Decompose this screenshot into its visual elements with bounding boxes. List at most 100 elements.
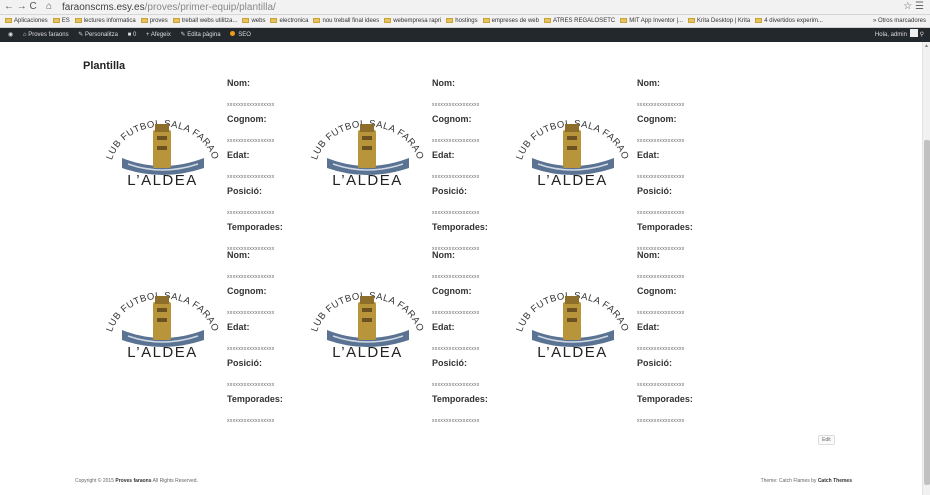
page-scrollbar[interactable]: ▲ (922, 42, 930, 495)
field-label-edat: Edat: (227, 322, 250, 332)
home-icon[interactable]: ⌂ (46, 1, 52, 12)
bookmark-item[interactable]: 4 divertidos experim... (755, 15, 823, 27)
admin-customize[interactable]: ✎ Personalitza (78, 28, 118, 42)
comments-count: 0 (132, 32, 137, 38)
field-value-cognom: xxxxxxxxxxxxxxxxx (637, 310, 685, 316)
copyright-prefix: Copyright © 2015 (75, 478, 114, 484)
folder-icon (242, 18, 250, 23)
admin-edit-page[interactable]: ✎ Edita pàgina (181, 28, 221, 42)
bookmark-item[interactable]: webempresa rapri (384, 15, 442, 27)
field-label-nom: Nom: (227, 78, 250, 88)
bookmark-label: webempresa rapri (393, 18, 442, 24)
field-label-temporades: Temporades: (637, 222, 693, 232)
bookmark-label: MIT App Inventor |... (629, 18, 684, 24)
field-value-cognom: xxxxxxxxxxxxxxxxx (432, 138, 480, 144)
back-forward-reload-icon[interactable]: ← → C (4, 1, 37, 12)
club-logo-icon: CLUB FUTBOL SALA FARAONL’ALDEA (96, 100, 220, 189)
bookmark-item[interactable]: ATRES REGALOSETC (543, 15, 615, 27)
footer-theme-credit: Theme: Catch Flames by Catch Themes (761, 478, 852, 484)
bookmark-item[interactable]: treball webs utilitza... (172, 15, 238, 27)
wp-admin-bar: ◉ ⌂ Proves faraons ✎ Personalitza ■ 0 + … (0, 28, 930, 42)
bookmark-item[interactable]: Krita Desktop | Krita (688, 15, 751, 27)
field-label-nom: Nom: (227, 250, 250, 260)
player-photo: CLUB FUTBOL SALA FARAONL’ALDEA (96, 272, 225, 361)
star-menu-icons[interactable]: ☆ ☰ (903, 1, 924, 12)
club-logo-icon: CLUB FUTBOL SALA FARAONL’ALDEA (506, 100, 630, 189)
player-photo: CLUB FUTBOL SALA FARAONL’ALDEA (301, 100, 430, 189)
admin-new[interactable]: + Afegeix (146, 28, 171, 42)
rights-text: All Rights Reserved. (152, 478, 198, 484)
bookmark-item[interactable]: nou treball final idees (313, 15, 380, 27)
field-value-posicio: xxxxxxxxxxxxxxxxx (432, 210, 480, 216)
url-host: faraonscms.esy.es (62, 2, 145, 13)
club-logo-icon: CLUB FUTBOL SALA FARAONL’ALDEA (301, 272, 425, 361)
bookmark-label: Krita Desktop | Krita (697, 18, 751, 24)
field-value-posicio: xxxxxxxxxxxxxxxxx (227, 382, 275, 388)
bookmark-label: treball webs utilitza... (181, 18, 238, 24)
page-title: Plantilla (83, 60, 126, 72)
player-photo: CLUB FUTBOL SALA FARAONL’ALDEA (506, 272, 635, 361)
field-value-posicio: xxxxxxxxxxxxxxxxx (432, 382, 480, 388)
admin-comments[interactable]: ■ 0 (128, 28, 137, 42)
bookmark-label: empreses de web (491, 18, 539, 24)
field-label-nom: Nom: (432, 78, 455, 88)
field-label-edat: Edat: (637, 150, 660, 160)
field-label-cognom: Cognom: (637, 286, 677, 296)
theme-link[interactable]: Catch Themes (818, 478, 852, 484)
scroll-up-icon[interactable]: ▲ (924, 43, 929, 49)
search-icon[interactable]: ⚲ (920, 32, 924, 38)
admin-seo[interactable]: SEO (230, 28, 251, 42)
bookmark-item[interactable]: hostings (446, 15, 478, 27)
player-card: CLUB FUTBOL SALA FARAONL’ALDEA Nom: xxxxxx… (506, 250, 710, 435)
field-value-temporades: xxxxxxxxxxxxxxxxx (637, 418, 685, 424)
bookmark-label: lectures informatica (83, 18, 136, 24)
field-label-nom: Nom: (637, 78, 660, 88)
avatar (909, 29, 918, 37)
field-label-cognom: Cognom: (637, 114, 677, 124)
bookmark-item[interactable]: webs (242, 15, 265, 27)
bookmark-item[interactable]: ES (52, 15, 70, 27)
bookmarks-bar: Aplicaciones ES lectures informatica proves… (0, 15, 930, 28)
player-card: CLUB FUTBOL SALA FARAONL’ALDEA Nom: xxxxxx… (301, 78, 505, 263)
customize-label: Personalitza (84, 32, 118, 38)
club-logo-icon: CLUB FUTBOL SALA FARAONL’ALDEA (301, 100, 425, 189)
field-value-posicio: xxxxxxxxxxxxxxxxx (637, 382, 685, 388)
field-label-cognom: Cognom: (432, 286, 472, 296)
url-path: /proves/primer-equip/plantilla/ (144, 2, 276, 13)
other-bookmarks[interactable]: » Otros marcadores (872, 15, 926, 27)
field-label-posicio: Posició: (227, 358, 263, 368)
bookmark-item[interactable]: empreses de web (482, 15, 539, 27)
edit-link[interactable]: Edit (818, 435, 835, 445)
edit-page-label: Edita pàgina (187, 32, 221, 38)
scrollbar-thumb[interactable] (924, 140, 930, 485)
logo-name: L’ALDEA (127, 172, 198, 188)
field-value-edat: xxxxxxxxxxxxxxxxx (637, 174, 685, 180)
bookmark-label: 4 divertidos experim... (764, 18, 823, 24)
field-value-cognom: xxxxxxxxxxxxxxxxx (227, 310, 275, 316)
bookmark-item[interactable]: Aplicaciones (5, 15, 48, 27)
bookmark-item[interactable]: proves (140, 15, 168, 27)
bookmark-label: nou treball final idees (322, 18, 380, 24)
field-label-nom: Nom: (637, 250, 660, 260)
field-value-nom: xxxxxxxxxxxxxxxxx (637, 274, 685, 280)
wp-logo-icon[interactable]: ◉ (8, 28, 13, 42)
folder-icon (688, 18, 696, 23)
field-value-cognom: xxxxxxxxxxxxxxxxx (637, 138, 685, 144)
field-value-edat: xxxxxxxxxxxxxxxxx (432, 174, 480, 180)
admin-site-name[interactable]: ⌂ Proves faraons (23, 28, 69, 42)
field-label-temporades: Temporades: (432, 394, 488, 404)
address-bar[interactable]: faraonscms.esy.es/proves/primer-equip/pl… (62, 2, 276, 13)
bookmark-label: Aplicaciones (14, 18, 48, 24)
field-value-nom: xxxxxxxxxxxxxxxxx (227, 274, 275, 280)
new-label: Afegeix (150, 32, 171, 38)
bookmark-label: ES (61, 18, 70, 24)
field-value-nom: xxxxxxxxxxxxxxxxx (227, 102, 275, 108)
bookmark-item[interactable]: lectures informatica (74, 15, 136, 27)
bookmark-item[interactable]: electronica (270, 15, 308, 27)
footer-site-link[interactable]: Proves faraons (115, 478, 151, 484)
field-value-posicio: xxxxxxxxxxxxxxxxx (227, 210, 275, 216)
field-label-cognom: Cognom: (227, 286, 267, 296)
admin-account[interactable]: Hola, admin ⚲ (875, 28, 924, 42)
folder-icon (74, 18, 82, 23)
bookmark-item[interactable]: MIT App Inventor |... (620, 15, 684, 27)
